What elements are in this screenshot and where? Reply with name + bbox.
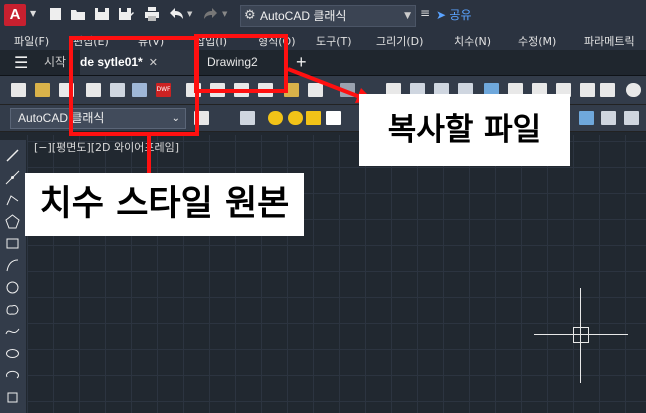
workspace-selector[interactable]: ⚙ AutoCAD 클래식 ▼ — [240, 5, 416, 27]
help-icon[interactable] — [626, 83, 641, 97]
callout-copy-target: 복사할 파일 — [359, 94, 570, 166]
menu-dimension[interactable]: 치수(N) — [454, 33, 491, 49]
crosshair-pickbox — [573, 327, 589, 343]
chevron-down-icon: ▼ — [404, 11, 411, 21]
open-folder-icon[interactable] — [70, 7, 86, 21]
construction-line-icon[interactable] — [5, 170, 20, 185]
layer-previous-icon[interactable] — [601, 111, 616, 125]
circle-icon[interactable] — [5, 280, 20, 295]
spline-icon[interactable] — [5, 324, 20, 339]
layer-freeze-icon[interactable] — [288, 111, 303, 125]
save-icon[interactable] — [94, 7, 110, 21]
new-file-icon[interactable] — [48, 7, 64, 21]
open-icon[interactable] — [35, 83, 50, 97]
layer-match-icon[interactable] — [579, 111, 594, 125]
new-icon[interactable] — [11, 83, 26, 97]
undo-icon[interactable] — [168, 7, 184, 21]
gear-icon: ⚙ — [244, 8, 256, 23]
viewport-controls-label[interactable]: [−][평면도][2D 와이어프레임] — [34, 139, 179, 155]
redo-dropdown-icon[interactable]: ▼ — [222, 10, 227, 18]
redo-icon[interactable] — [203, 7, 219, 21]
annotation-box-dim-style-source — [69, 36, 199, 136]
markup-icon[interactable] — [580, 83, 595, 97]
customize-qat-icon[interactable]: ≡ — [420, 6, 430, 20]
menu-file[interactable]: 파일(F) — [14, 33, 49, 49]
menu-modify[interactable]: 수정(M) — [518, 33, 556, 49]
ellipse-icon[interactable] — [5, 346, 20, 361]
draw-toolbar — [0, 140, 26, 413]
polygon-icon[interactable] — [5, 214, 20, 229]
polyline-icon[interactable] — [5, 192, 20, 207]
autocad-logo-icon[interactable]: A — [4, 4, 26, 26]
hamburger-menu-icon[interactable]: ☰ — [14, 53, 28, 72]
calculator-icon[interactable] — [600, 83, 615, 97]
layer-properties-icon[interactable] — [240, 111, 255, 125]
layer-on-icon[interactable] — [268, 111, 283, 125]
print-icon[interactable] — [144, 7, 160, 21]
new-tab-button[interactable]: + — [296, 50, 316, 75]
share-arrow-icon: ➤ — [436, 8, 447, 22]
menu-tools[interactable]: 도구(T) — [316, 33, 352, 49]
layer-state-icon[interactable] — [624, 111, 639, 125]
insert-block-icon[interactable] — [5, 390, 20, 405]
line-icon[interactable] — [5, 148, 20, 163]
redo-tb-icon[interactable] — [340, 83, 355, 97]
undo-tb-icon[interactable] — [308, 83, 323, 97]
share-button[interactable]: ➤ 공유 — [436, 6, 472, 23]
rectangle-icon[interactable] — [5, 236, 20, 251]
app-menu-arrow-icon[interactable]: ▼ — [30, 9, 36, 18]
menu-parametric[interactable]: 파라메트릭 — [584, 33, 635, 49]
ellipse-arc-icon[interactable] — [5, 368, 20, 383]
annotation-box-copy-target — [194, 34, 288, 93]
save-as-icon[interactable] — [118, 7, 134, 21]
callout-dim-style-source: 치수 스타일 원본 — [25, 173, 304, 236]
layer-lock-icon[interactable] — [306, 111, 321, 125]
menu-draw[interactable]: 그리기(D) — [376, 33, 423, 49]
revision-cloud-icon[interactable] — [5, 302, 20, 317]
undo-dropdown-icon[interactable]: ▼ — [187, 10, 192, 18]
quick-access-toolbar: A ▼ ▼ ▼ ⚙ AutoCAD 클래식 ▼ ≡ ➤ 공유 — [0, 0, 646, 30]
arc-icon[interactable] — [5, 258, 20, 273]
layer-color-icon[interactable] — [326, 111, 341, 125]
